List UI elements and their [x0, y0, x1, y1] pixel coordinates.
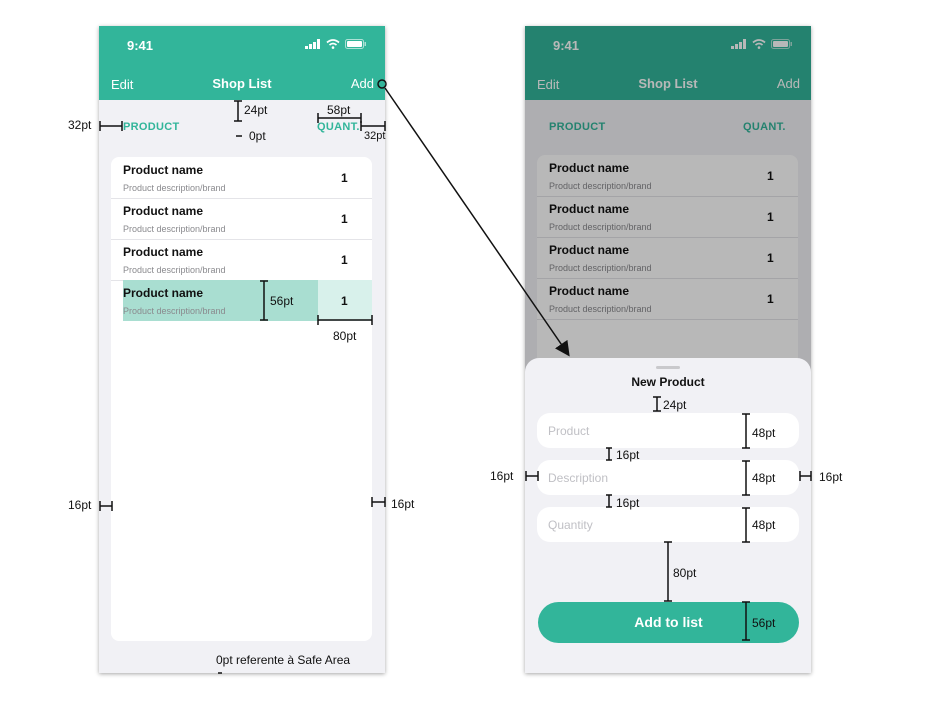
safe-area-label: 0pt referente à Safe Area — [216, 653, 351, 667]
spec-label: 80pt — [333, 329, 357, 343]
spec-label: 48pt — [752, 426, 776, 440]
spec-label: 80pt — [673, 566, 697, 580]
spec-annotations — [99, 79, 812, 674]
spec-label: 48pt — [752, 518, 776, 532]
spec-label: 56pt — [270, 294, 294, 308]
spec-label: 16pt — [616, 496, 640, 510]
spec-label: 24pt — [244, 103, 268, 117]
spec-label: 24pt — [663, 398, 687, 412]
spec-label: 56pt — [752, 616, 776, 630]
spec-label: 32pt — [364, 130, 386, 142]
spec-label: 32pt — [68, 118, 92, 132]
spec-label: 0pt — [249, 129, 266, 143]
spec-label: 16pt — [490, 469, 514, 483]
spec-label: 16pt — [68, 498, 92, 512]
spec-label: 48pt — [752, 471, 776, 485]
spec-label: 58pt — [327, 103, 351, 117]
spec-label: 16pt — [391, 497, 415, 511]
spec-label: 16pt — [616, 448, 640, 462]
spec-label: 16pt — [819, 470, 843, 484]
